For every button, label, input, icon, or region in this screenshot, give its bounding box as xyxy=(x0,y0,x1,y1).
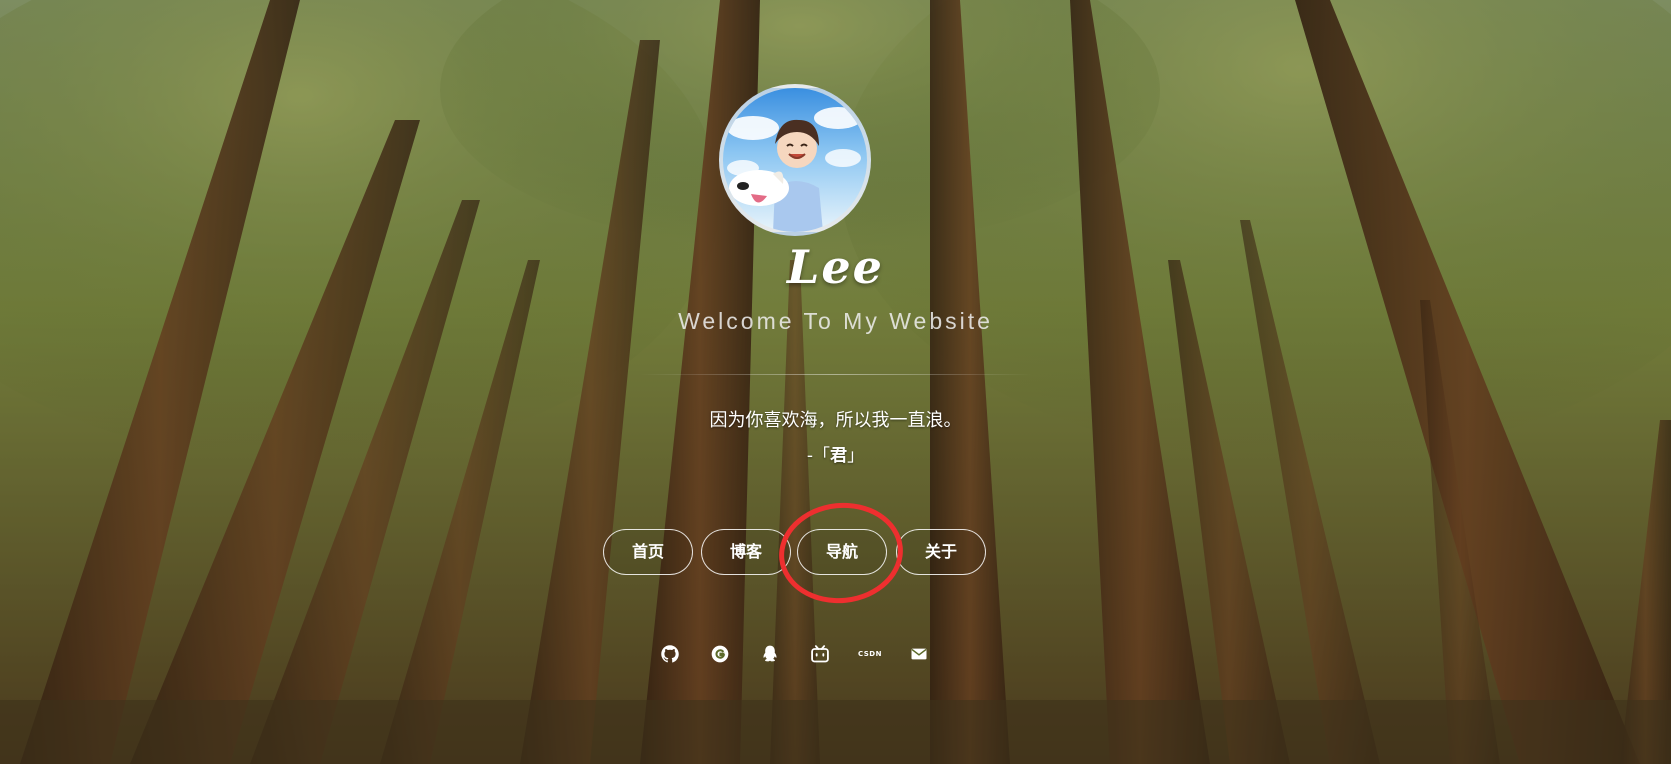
github-icon[interactable] xyxy=(659,643,681,665)
quote-text: 因为你喜欢海，所以我一直浪。 xyxy=(709,410,962,431)
site-tagline: Welcome To My Website xyxy=(678,308,993,334)
avatar[interactable] xyxy=(719,84,871,236)
csdn-label: CSDN xyxy=(858,650,882,658)
quote-author-name: 君 xyxy=(830,446,848,466)
csdn-icon[interactable]: CSDN xyxy=(857,643,883,665)
quote-author-prefix: -「 xyxy=(806,446,831,466)
red-highlight-circle xyxy=(774,496,908,610)
qq-icon[interactable] xyxy=(759,643,781,665)
nav-home-button[interactable]: 首页 xyxy=(603,529,693,575)
avatar-illustration xyxy=(727,107,862,232)
g-icon[interactable] xyxy=(709,643,731,665)
nav-about-button[interactable]: 关于 xyxy=(896,529,986,575)
hero: Lee Welcome To My Website 因为你喜欢海，所以我一直浪。… xyxy=(0,0,1671,764)
quote-author: -「君」 xyxy=(0,441,1671,466)
mail-icon[interactable] xyxy=(908,643,930,665)
quote-author-suffix: 」 xyxy=(847,446,865,466)
landing-page: Lee Welcome To My Website 因为你喜欢海，所以我一直浪。… xyxy=(0,0,1671,764)
nav-blog-button[interactable]: 博客 xyxy=(701,529,791,575)
bilibili-icon[interactable] xyxy=(809,643,831,665)
divider xyxy=(640,374,1032,375)
site-owner-name: Lee xyxy=(787,240,884,294)
